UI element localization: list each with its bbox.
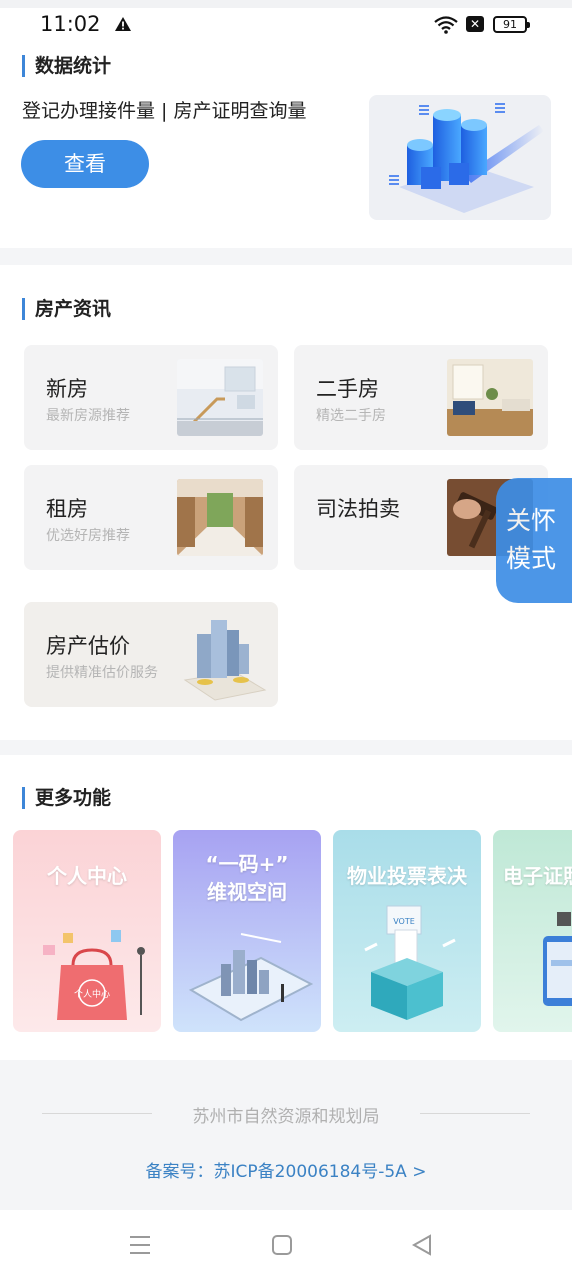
feature-property-voting[interactable]: 物业投票表决 VOTE xyxy=(333,830,481,1032)
tile-subtitle: 精选二手房 xyxy=(316,408,386,424)
stats-subtitle: 登记办理接件量 | 房产证明查询量 xyxy=(22,100,307,122)
more-section-title: 更多功能 xyxy=(22,787,111,809)
care-mode-line1: 关怀 xyxy=(506,506,557,535)
tile-subtitle: 最新房源推荐 xyxy=(46,408,130,424)
feature-personal-center[interactable]: 个人中心 个人中心 xyxy=(13,830,161,1032)
tile-title: 二手房 xyxy=(316,377,379,401)
stats-illustration xyxy=(369,95,551,220)
feature-one-code-space[interactable]: “一码+” 维视空间 xyxy=(173,830,321,1032)
care-mode-button[interactable]: 关怀 模式 xyxy=(496,478,572,603)
tile-subtitle: 提供精准估价服务 xyxy=(46,665,158,681)
care-mode-line2: 模式 xyxy=(506,544,557,573)
second-hand-house-photo xyxy=(447,359,533,436)
status-top-strip xyxy=(0,0,572,8)
feature-title: 个人中心 xyxy=(47,864,127,888)
phone-id-icon xyxy=(543,912,572,1006)
shopping-bag-icon: 个人中心 xyxy=(43,930,145,1020)
stats-section-title: 数据统计 xyxy=(22,55,111,77)
tile-title: 租房 xyxy=(46,497,88,521)
feature-title: “一码+” xyxy=(205,852,289,876)
feature-title: 电子证照 xyxy=(503,864,572,888)
tile-subtitle: 优选好房推荐 xyxy=(46,528,130,544)
tile-title: 司法拍卖 xyxy=(316,497,400,521)
no-sim-icon: ✕ xyxy=(466,16,484,32)
tile-property-valuation[interactable]: 房产估价 提供精准估价服务 xyxy=(24,602,278,707)
bar-chart-3d-icon xyxy=(389,103,544,213)
feature-e-certificate[interactable]: 电子证照 xyxy=(493,830,572,1032)
bag-label: 个人中心 xyxy=(74,988,110,1000)
view-stats-button[interactable]: 查看 xyxy=(21,140,149,188)
feature-title-line2: 维视空间 xyxy=(207,880,287,904)
ballot-box-icon: VOTE xyxy=(364,905,456,1020)
back-icon[interactable] xyxy=(411,1234,433,1256)
menu-icon[interactable] xyxy=(129,1234,151,1256)
valuation-buildings-icon xyxy=(183,620,267,701)
rent-house-photo xyxy=(177,479,263,556)
status-bar: 11:02 ✕ 91 xyxy=(0,0,572,50)
footer-organization: 苏州市自然资源和规划局 xyxy=(192,1107,380,1127)
tile-title: 新房 xyxy=(46,377,88,401)
tile-second-hand-house[interactable]: 二手房 精选二手房 xyxy=(294,345,548,450)
status-time: 11:02 xyxy=(40,12,101,36)
battery-icon: 91 xyxy=(493,16,530,33)
tile-rent-house[interactable]: 租房 优选好房推荐 xyxy=(24,465,278,570)
tile-title: 房产估价 xyxy=(46,634,130,658)
phone-city-icon xyxy=(188,933,314,1022)
new-house-photo xyxy=(177,359,263,436)
news-section-title: 房产资讯 xyxy=(22,298,111,320)
icp-record-link[interactable]: 备案号：苏ICP备20006184号-5A > xyxy=(0,1157,572,1182)
warning-icon xyxy=(115,17,131,31)
system-navigation-bar xyxy=(0,1210,572,1280)
home-icon[interactable] xyxy=(271,1234,293,1256)
vote-badge: VOTE xyxy=(393,917,415,926)
feature-title: 物业投票表决 xyxy=(347,864,467,888)
tile-new-house[interactable]: 新房 最新房源推荐 xyxy=(24,345,278,450)
wifi-icon xyxy=(434,16,458,34)
